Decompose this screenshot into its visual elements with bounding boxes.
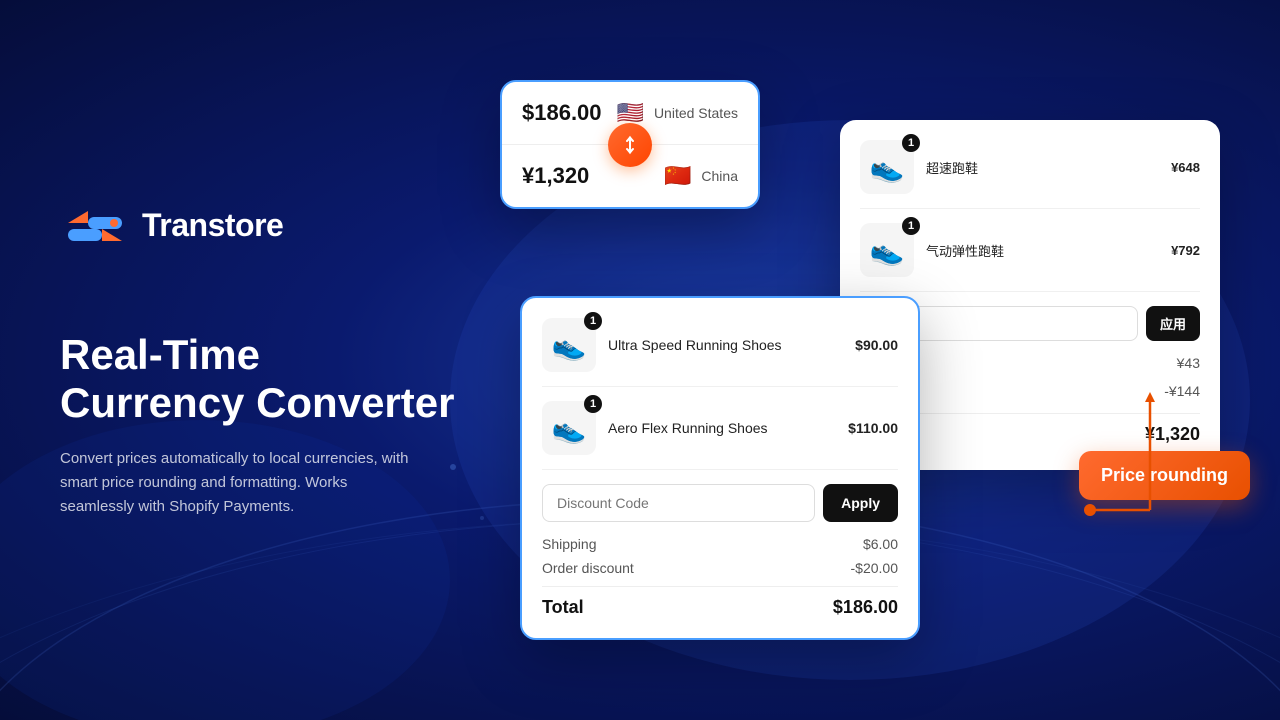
cn-item-2-price: ¥792 xyxy=(1171,243,1200,258)
en-checkout-card: 👟 1 Ultra Speed Running Shoes $90.00 👟 1… xyxy=(520,296,920,640)
en-discount-value: -$20.00 xyxy=(851,560,898,576)
en-total-label: Total xyxy=(542,597,584,618)
headline-line1: Real-Time xyxy=(60,331,480,379)
cn-apply-button[interactable]: 应用 xyxy=(1146,306,1200,341)
cn-item-2-badge: 1 xyxy=(902,217,920,235)
en-item-1-image: 👟 1 xyxy=(542,318,596,372)
logo-icon xyxy=(60,201,130,251)
cn-cart-item-2: 👟 1 气动弹性跑鞋 ¥792 xyxy=(860,223,1200,292)
cn-item-1-price: ¥648 xyxy=(1171,160,1200,175)
cny-flag-wrapper: 🇨🇳 China xyxy=(664,163,738,189)
en-item-2-badge: 1 xyxy=(584,395,602,413)
cny-country: China xyxy=(701,168,738,184)
en-discount-label: Order discount xyxy=(542,560,634,576)
main-container: Transtore Real-Time Currency Converter C… xyxy=(0,0,1280,720)
en-total-row: Total $186.00 xyxy=(542,586,898,618)
cn-shipping-value: ¥43 xyxy=(1177,355,1200,375)
currency-converter-card: $186.00 🇺🇸 United States ¥1,320 🇨🇳 xyxy=(500,80,760,209)
en-cart-item-1: 👟 1 Ultra Speed Running Shoes $90.00 xyxy=(542,318,898,387)
cn-item-1-name: 超速跑鞋 xyxy=(926,158,1159,177)
en-discount-input[interactable] xyxy=(542,484,815,522)
cn-item-1-badge: 1 xyxy=(902,134,920,152)
cn-flag-icon: 🇨🇳 xyxy=(664,163,691,189)
logo: Transtore xyxy=(60,201,480,251)
cny-amount: ¥1,320 xyxy=(522,163,652,189)
en-cart-item-2: 👟 1 Aero Flex Running Shoes $110.00 xyxy=(542,401,898,470)
left-panel: Transtore Real-Time Currency Converter C… xyxy=(60,201,480,520)
en-discount-summary-row: Order discount -$20.00 xyxy=(542,560,898,576)
arrow-decoration xyxy=(1070,390,1190,550)
en-item-1-price: $90.00 xyxy=(855,337,898,353)
en-item-1-name: Ultra Speed Running Shoes xyxy=(608,337,843,353)
en-shipping-label: Shipping xyxy=(542,536,597,552)
en-item-2-image: 👟 1 xyxy=(542,401,596,455)
headline: Real-Time Currency Converter xyxy=(60,331,480,428)
cn-item-2-name: 气动弹性跑鞋 xyxy=(926,241,1159,260)
en-shipping-value: $6.00 xyxy=(863,536,898,552)
en-item-2-price: $110.00 xyxy=(848,420,898,436)
cn-item-2-emoji: 👟 xyxy=(870,234,905,267)
hero-subtext: Convert prices automatically to local cu… xyxy=(60,447,420,519)
en-item-2-name: Aero Flex Running Shoes xyxy=(608,420,836,436)
usd-country: United States xyxy=(654,105,738,121)
cn-item-1-emoji: 👟 xyxy=(870,151,905,184)
headline-line2: Currency Converter xyxy=(60,379,480,427)
right-panel: $186.00 🇺🇸 United States ¥1,320 🇨🇳 xyxy=(480,60,1220,660)
brand-name: Transtore xyxy=(142,207,283,244)
cn-item-2-image: 👟 1 xyxy=(860,223,914,277)
cn-cart-item-1: 👟 1 超速跑鞋 ¥648 xyxy=(860,140,1200,209)
cn-item-1-image: 👟 1 xyxy=(860,140,914,194)
en-item-1-emoji: 👟 xyxy=(552,329,587,362)
usd-amount: $186.00 xyxy=(522,100,605,126)
en-item-2-emoji: 👟 xyxy=(552,412,587,445)
swap-button[interactable] xyxy=(608,123,652,167)
en-discount-row: Apply xyxy=(542,484,898,522)
en-apply-button[interactable]: Apply xyxy=(823,484,898,522)
en-shipping-row: Shipping $6.00 xyxy=(542,536,898,552)
en-total-value: $186.00 xyxy=(833,597,898,618)
en-item-1-badge: 1 xyxy=(584,312,602,330)
